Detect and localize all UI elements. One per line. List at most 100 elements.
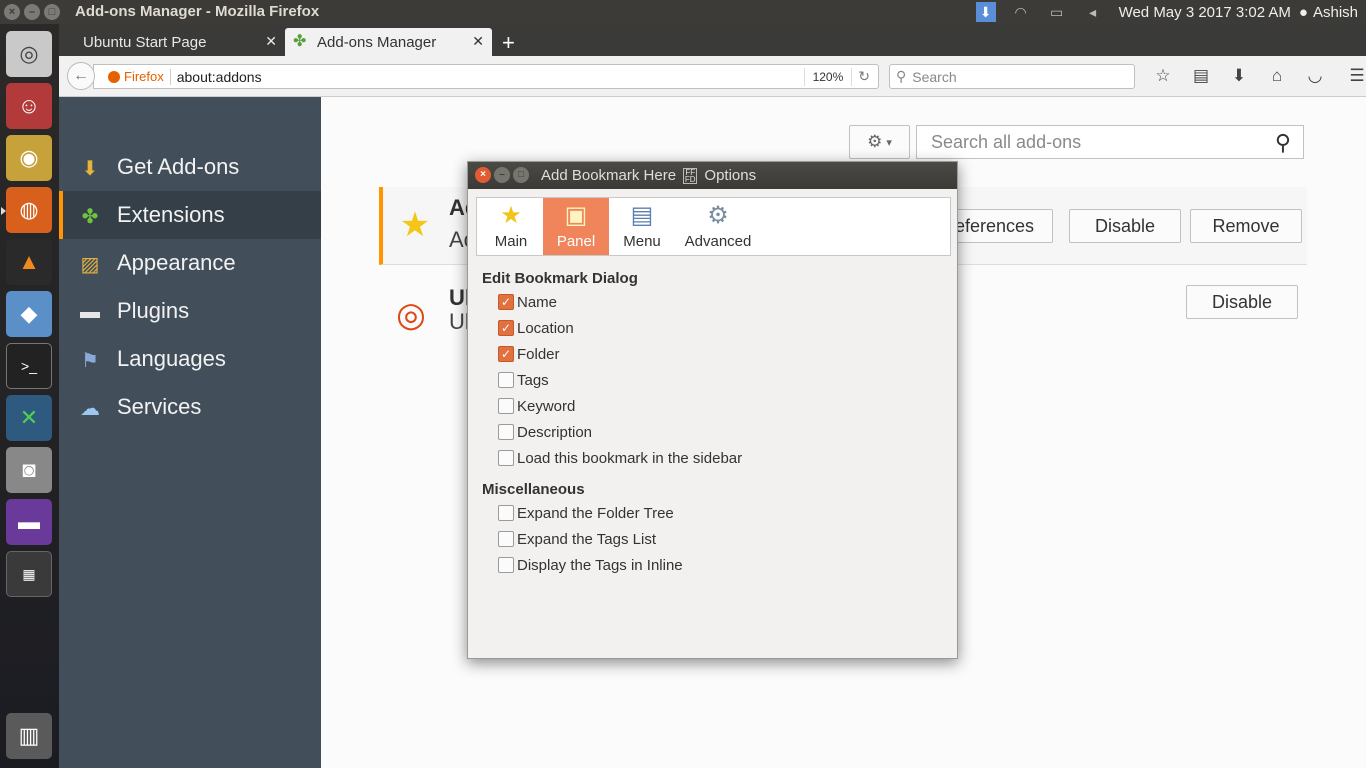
tab-ubuntu-start-page[interactable]: Ubuntu Start Page ✕ [59,28,285,56]
checkbox-unchecked[interactable] [498,505,514,521]
close-icon[interactable]: × [475,167,491,183]
workspace-switcher-icon[interactable]: ▦ [6,551,52,597]
divider [169,68,171,85]
ubuntu-logo-icon: ◎ [396,296,426,334]
tab-close-icon[interactable]: ✕ [472,33,484,50]
checkbox-location[interactable]: ✓ Location [498,318,574,338]
tab-menu[interactable]: ▤ Menu [617,198,667,255]
close-window-button[interactable]: × [4,4,20,20]
flag-icon: ⚑ [81,349,99,372]
wifi-icon[interactable]: ◠ [1010,3,1032,21]
nav-bar: Firefox about:addons 120% ↻ ← ⚲ Search ☆… [59,56,1366,97]
checkbox-unchecked[interactable] [498,557,514,573]
category-label: Appearance [117,250,236,275]
checkbox-checked[interactable]: ✓ [498,320,514,336]
back-button[interactable]: ← [67,62,95,90]
firefox-app-icon[interactable]: ◍ [6,187,52,233]
top-panel: × – □ Add-ons Manager - Mozilla Firefox … [0,0,1366,24]
downloads-icon[interactable]: ⬇ [1220,66,1258,86]
addons-search-input[interactable]: Search all add-ons ⚲ [916,125,1304,159]
user-menu[interactable]: ● Ashish [1299,4,1358,21]
tab-close-icon[interactable]: ✕ [265,33,277,50]
user-name: Ashish [1312,3,1358,21]
checkbox-unchecked[interactable] [498,424,514,440]
tab-addons-manager[interactable]: ✤ Add-ons Manager ✕ [285,28,492,56]
dialog-titlebar[interactable]: × – □ Add Bookmark Here FF FD Options [468,162,957,189]
checkbox-name[interactable]: ✓ Name [498,292,557,312]
checkbox-tags[interactable]: Tags [498,370,549,390]
wallpaper-app-icon[interactable]: ▬ [6,499,52,545]
clock[interactable]: Wed May 3 2017 3:02 AM [1119,4,1291,21]
cloud-icon: ☁ [80,397,100,420]
checkbox-unchecked[interactable] [498,531,514,547]
chrome-app-icon[interactable]: ◉ [6,135,52,181]
minimize-window-button[interactable]: – [24,4,40,20]
virtualbox-app-icon[interactable]: ◆ [6,291,52,337]
download-indicator-icon[interactable]: ⬇ [975,2,996,22]
disable-button[interactable]: Disable [1069,209,1181,243]
category-services[interactable]: ☁ Services [59,383,321,431]
checkbox-label: Location [517,319,574,337]
get-addons-icon: ⬇ [81,157,99,180]
checkbox-unchecked[interactable] [498,372,514,388]
category-get-addons[interactable]: ⬇ Get Add-ons [59,143,321,191]
maximize-icon[interactable]: □ [513,167,529,183]
checkbox-checked[interactable]: ✓ [498,294,514,310]
reload-icon[interactable]: ↻ [858,68,878,85]
checkbox-checked[interactable]: ✓ [498,346,514,362]
tab-label: Add-ons Manager [317,33,437,51]
options-toolbar: ★ Main ▣ Panel ▤ Menu ⚙ Advanced [476,197,951,256]
category-label: Plugins [117,298,190,323]
checkbox-expand-tags-list[interactable]: Expand the Tags List [498,529,656,549]
tools-gear-button[interactable]: ⚙ ▾ [849,125,910,159]
hamburger-menu-icon[interactable]: ☰ [1338,66,1366,86]
checkbox-expand-folder-tree[interactable]: Expand the Folder Tree [498,503,674,523]
vlc-app-icon[interactable]: ▲ [6,239,52,285]
zoom-indicator[interactable]: 120% [803,67,853,86]
search-bar[interactable]: ⚲ Search [889,64,1135,89]
checkbox-keyword[interactable]: Keyword [498,396,575,416]
tab-advanced[interactable]: ⚙ Advanced [681,198,755,255]
search-placeholder: Search [912,68,957,85]
home-icon[interactable]: ⌂ [1258,66,1296,86]
remove-button[interactable]: Remove [1190,209,1302,243]
battery-icon[interactable]: ▭ [1046,3,1068,21]
checkbox-unchecked[interactable] [498,450,514,466]
checkbox-description[interactable]: Description [498,422,592,442]
checkbox-label: Tags [517,371,549,389]
bookmarks-menu-icon[interactable]: ▤ [1182,66,1220,86]
new-tab-button[interactable]: + [502,30,515,56]
checkbox-tags-inline[interactable]: Display the Tags in Inline [498,555,683,575]
category-extensions[interactable]: ✤ Extensions [59,191,321,239]
category-appearance[interactable]: ▨ Appearance [59,239,321,287]
tab-main[interactable]: ★ Main [487,198,535,255]
search-icon[interactable]: ⚲ [1275,130,1291,156]
screenshot-app-icon[interactable]: ◙ [6,447,52,493]
chevron-down-icon: ▾ [886,136,892,149]
category-plugins[interactable]: ▬ Plugins [59,287,321,335]
trash-icon[interactable]: ▥ [6,713,52,759]
pocket-icon[interactable]: ◡ [1296,66,1334,86]
maximize-window-button[interactable]: □ [44,4,60,20]
checkbox-unchecked[interactable] [498,398,514,414]
xampp-app-icon[interactable]: ✕ [6,395,52,441]
checkbox-load-in-sidebar[interactable]: Load this bookmark in the sidebar [498,448,742,468]
bookmark-star-icon[interactable]: ☆ [1144,66,1182,86]
star-icon: ★ [500,202,522,229]
url-text[interactable]: about:addons [177,69,804,85]
dialog-title-suffix: Options [704,167,757,184]
identity-box[interactable]: Firefox [94,69,164,84]
star-arrow-icon: ★ [399,206,431,244]
files-app-icon[interactable]: ☺ [6,83,52,129]
ubuntu-dash-icon[interactable]: ◎ [6,31,52,77]
tab-panel[interactable]: ▣ Panel [543,198,609,255]
category-languages[interactable]: ⚑ Languages [59,335,321,383]
checkbox-folder[interactable]: ✓ Folder [498,344,560,364]
disable-button[interactable]: Disable [1186,285,1298,319]
url-bar[interactable]: Firefox about:addons 120% ↻ [93,64,879,89]
minimize-icon[interactable]: – [494,167,510,183]
volume-icon[interactable]: ◂ [1082,3,1104,21]
addons-categories: ⬇ Get Add-ons ✤ Extensions ▨ Appearance … [59,97,321,768]
category-label: Get Add-ons [117,154,240,179]
terminal-app-icon[interactable]: >_ [6,343,52,389]
